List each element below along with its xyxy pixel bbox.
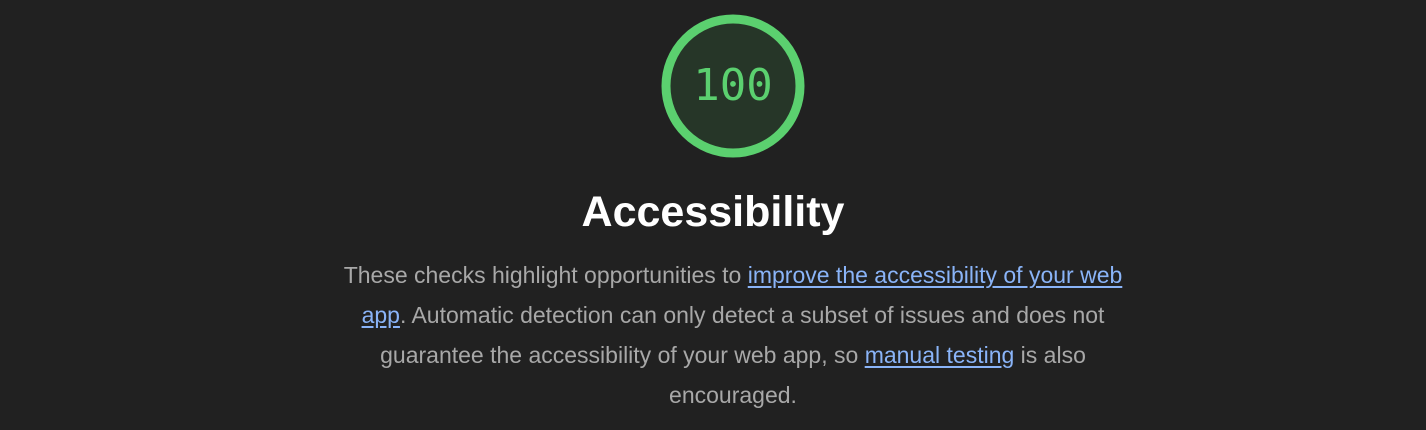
lighthouse-category-header: 100 Accessibility These checks highlight…	[0, 0, 1426, 430]
manual-testing-link[interactable]: manual testing	[865, 342, 1015, 368]
category-title: Accessibility	[581, 188, 845, 236]
category-description: These checks highlight opportunities to …	[328, 255, 1138, 415]
description-text-1: These checks highlight opportunities to	[343, 262, 748, 288]
score-value: 100	[693, 60, 773, 111]
score-gauge[interactable]: 100	[660, 13, 806, 159]
